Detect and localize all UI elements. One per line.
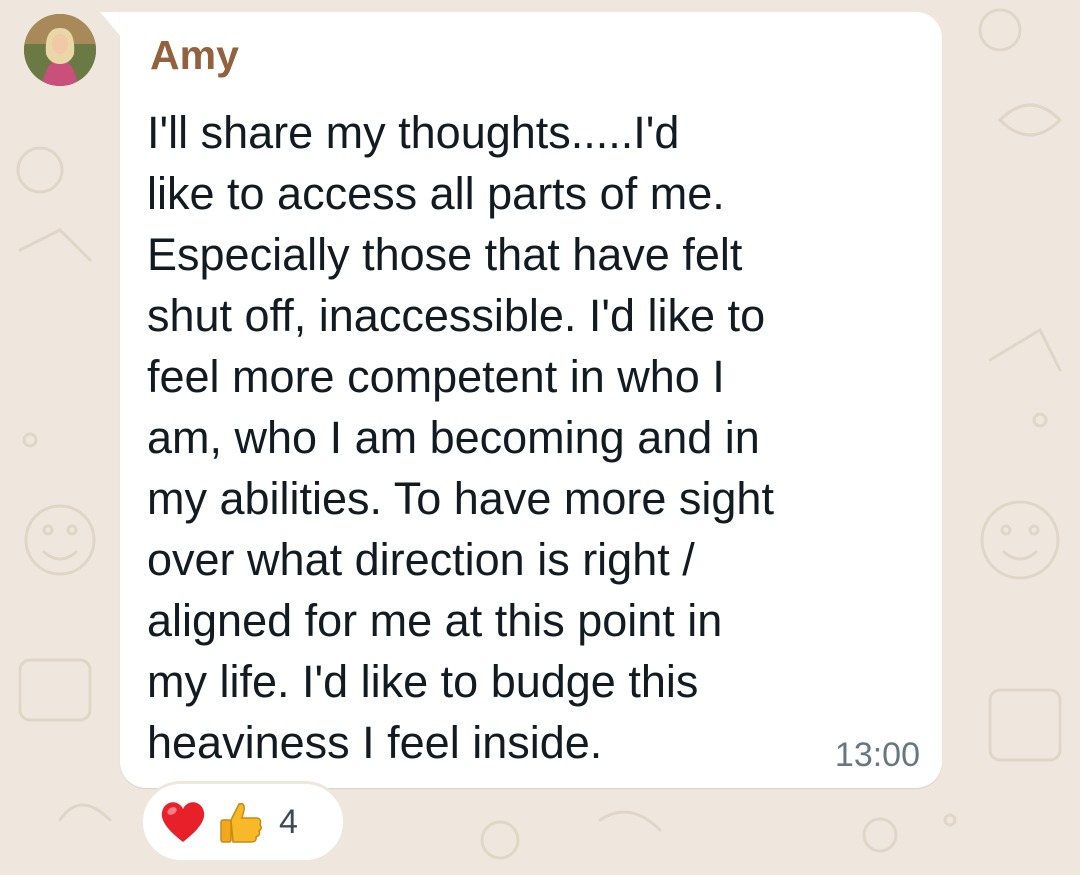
reactions-pill[interactable]: 4 bbox=[140, 781, 346, 863]
sender-avatar[interactable] bbox=[24, 14, 96, 86]
thumbs-up-icon bbox=[215, 796, 267, 848]
heart-icon bbox=[157, 796, 209, 848]
sender-name[interactable]: Amy bbox=[150, 32, 239, 79]
message-timestamp: 13:00 bbox=[834, 736, 920, 774]
message-text: I'll share my thoughts.....I'd like to a… bbox=[147, 107, 774, 768]
message-bubble[interactable]: Amy I'll share my thoughts.....I'd like … bbox=[120, 12, 942, 788]
reaction-count: 4 bbox=[279, 802, 298, 841]
bubble-tail bbox=[100, 12, 122, 38]
